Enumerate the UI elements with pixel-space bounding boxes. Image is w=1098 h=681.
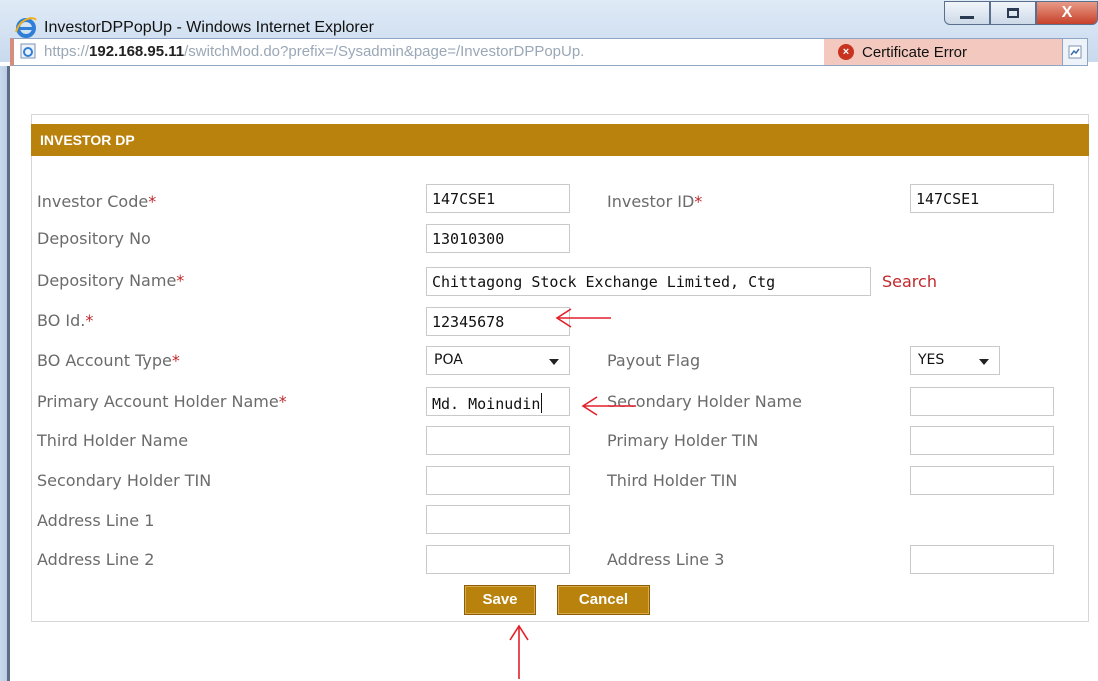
arrow-primary-holder-name [581, 396, 636, 416]
arrow-save-button [509, 624, 529, 679]
arrow-bo-id [555, 308, 611, 328]
annotation-arrows [509, 308, 636, 679]
